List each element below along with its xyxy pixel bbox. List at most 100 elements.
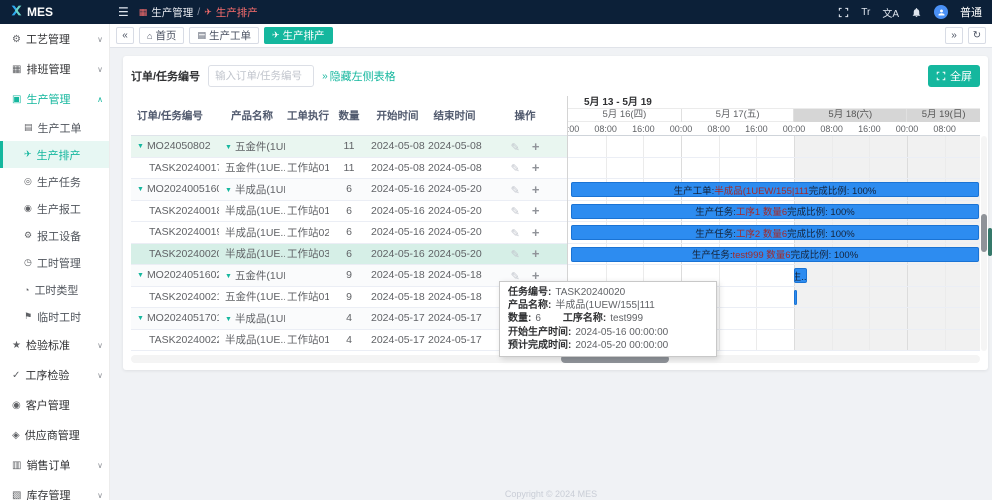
sidebar-menu: ⚙工艺管理∨▦排班管理∨▣生产管理∧▤生产工单✈生产排产◎生产任务◉生产报工⚙报… xyxy=(0,24,109,500)
table-row[interactable]: TASK20240019半成品(1UE...工作站0262024-05-1620… xyxy=(131,222,567,244)
sidebar-item-work-hour-type[interactable]: ◔工时类型 xyxy=(0,276,109,303)
sidebar-item-production-order[interactable]: ▤生产工单 xyxy=(0,114,109,141)
sidebar-item-production-mgmt[interactable]: ▣生产管理∧ xyxy=(0,84,109,114)
cell-start-time: 2024-05-08 xyxy=(369,158,426,180)
sidebar-item-inventory-mgmt[interactable]: ▧库存管理∨ xyxy=(0,480,109,500)
topbar-actions: Tr 文A 普通 xyxy=(838,4,992,20)
sidebar-item-production-scheduling[interactable]: ✈生产排产 xyxy=(0,141,109,168)
add-icon[interactable]: + xyxy=(532,182,540,197)
caret-down-icon[interactable]: ▼ xyxy=(137,272,144,279)
grid-icon: ▣ xyxy=(12,94,21,105)
cell-product-name: 半成品(1UE... xyxy=(219,201,285,223)
gear-icon: ⚙ xyxy=(12,34,21,45)
edit-icon[interactable]: ✎ xyxy=(511,142,520,154)
sidebar-item-production-report[interactable]: ◉生产报工 xyxy=(0,195,109,222)
cell-product-name: ▼半成品(1UEW/ xyxy=(219,179,285,201)
add-icon[interactable]: + xyxy=(532,246,540,261)
tab-production-scheduling[interactable]: ✈生产排产 xyxy=(264,27,333,44)
add-icon[interactable]: + xyxy=(532,225,540,240)
language-icon[interactable]: 文A xyxy=(882,5,899,20)
cell-quantity: 9 xyxy=(329,265,369,287)
plane-icon: ✈ xyxy=(272,30,280,41)
gantt-bar[interactable]: 生产任务: 工序2 数量6 完成比例: 100% xyxy=(571,225,979,240)
table-row[interactable]: TASK20240017五金件(1UE...工作站01112024-05-082… xyxy=(131,158,567,180)
bar-text-segment: 工序1 数量6 xyxy=(736,204,787,218)
caret-down-icon[interactable]: ▼ xyxy=(137,186,144,193)
username[interactable]: 普通 xyxy=(960,4,982,20)
edit-icon[interactable]: ✎ xyxy=(511,206,520,218)
add-icon[interactable]: + xyxy=(532,203,540,218)
caret-down-icon[interactable]: ▼ xyxy=(225,187,232,194)
gantt-bar[interactable] xyxy=(794,290,797,305)
hamburger-menu-icon[interactable]: ☰ xyxy=(118,5,129,19)
inventory-icon: ▧ xyxy=(12,490,21,500)
caret-down-icon[interactable]: ▼ xyxy=(137,315,144,322)
sidebar-item-production-task[interactable]: ◎生产任务 xyxy=(0,168,109,195)
add-icon[interactable]: + xyxy=(532,160,540,175)
gantt-bar[interactable]: 生产任务: test999 数量6 完成比例: 100% xyxy=(571,247,979,262)
breadcrumb-parent[interactable]: 生产管理 xyxy=(151,5,193,20)
cell-quantity: 11 xyxy=(329,136,369,158)
toolbar: 订单/任务编号 » 隐藏左侧表格 全屏 xyxy=(123,56,988,96)
product-name-text: 五金件(1UEW/ xyxy=(235,141,285,153)
cell-start-time: 2024-05-08 xyxy=(369,136,426,158)
gantt-bar[interactable]: 生产任务: 工序1 数量6 完成比例: 100% xyxy=(571,204,979,219)
order-id-text: TASK20240021 xyxy=(149,291,219,303)
edit-icon[interactable]: ✎ xyxy=(511,185,520,197)
breadcrumb-current[interactable]: 生产排产 xyxy=(216,5,258,20)
avatar[interactable] xyxy=(934,5,948,19)
sidebar-item-temp-work-hour[interactable]: ⚑临时工时 xyxy=(0,303,109,330)
tab-production-order[interactable]: ▤生产工单 xyxy=(189,27,259,44)
product-name-text: 半成品(1UE... xyxy=(225,334,285,346)
bar-text-segment: 生产任务: xyxy=(692,247,733,261)
plane-icon: ✈ xyxy=(24,149,32,160)
customer-icon: ◉ xyxy=(12,400,21,411)
table-row[interactable]: ▼MO24050802▼五金件(1UEW/112024-05-082024-05… xyxy=(131,136,567,158)
tabs-scroll-right-icon[interactable]: » xyxy=(945,27,963,44)
table-row[interactable]: TASK20240018半成品(1UE...工作站0162024-05-1620… xyxy=(131,201,567,223)
translate-icon[interactable]: Tr xyxy=(861,7,870,18)
sidebar-item-shift-mgmt[interactable]: ▦排班管理∨ xyxy=(0,54,109,84)
sidebar-item-sales-order[interactable]: ▥销售订单∨ xyxy=(0,450,109,480)
cell-workstation: 工作站01 xyxy=(285,201,329,223)
refresh-icon[interactable]: ↻ xyxy=(968,27,986,44)
app-logo[interactable]: MES xyxy=(0,4,110,20)
edit-icon[interactable]: ✎ xyxy=(511,163,520,175)
vertical-scrollbar-thumb[interactable] xyxy=(981,214,987,252)
table-row[interactable]: TASK20240020半成品(1UE...工作站0362024-05-1620… xyxy=(131,244,567,266)
sidebar-item-process-mgmt[interactable]: ⚙工艺管理∨ xyxy=(0,24,109,54)
gantt-vertical-scrollbar[interactable] xyxy=(981,136,987,351)
tabs-scroll-left-icon[interactable]: « xyxy=(116,27,134,44)
sidebar-item-supplier-mgmt[interactable]: ◈供应商管理 xyxy=(0,420,109,450)
sidebar-item-customer-mgmt[interactable]: ◉客户管理 xyxy=(0,390,109,420)
fullscreen-button[interactable]: 全屏 xyxy=(928,65,980,87)
hide-left-table-link[interactable]: » 隐藏左侧表格 xyxy=(322,68,396,84)
tab-home[interactable]: ⌂首页 xyxy=(139,27,184,44)
gantt-day-cell: 5月 17(五) xyxy=(681,109,794,122)
caret-down-icon[interactable]: ▼ xyxy=(225,316,232,323)
bell-icon[interactable] xyxy=(911,7,922,18)
chevron-down-icon: ∨ xyxy=(97,35,103,44)
caret-down-icon[interactable]: ▼ xyxy=(225,144,232,151)
gantt-bar[interactable]: 生... xyxy=(794,268,807,283)
caret-down-icon[interactable]: ▼ xyxy=(225,273,232,280)
sidebar-item-inspection-standard[interactable]: ★检验标准∨ xyxy=(0,330,109,360)
tooltip-value: TASK20240020 xyxy=(555,287,625,298)
order-task-input[interactable] xyxy=(208,65,314,87)
add-icon[interactable]: + xyxy=(532,139,540,154)
tooltip-label: 数量: xyxy=(508,313,531,324)
sidebar-item-work-hour-mgmt[interactable]: ◷工时管理 xyxy=(0,249,109,276)
tooltip-value: 6 xyxy=(535,313,541,324)
fullscreen-icon[interactable] xyxy=(838,7,849,18)
tab-label: 生产工单 xyxy=(209,28,251,43)
table-row[interactable]: ▼MO20240051601▼半成品(1UEW/62024-05-162024-… xyxy=(131,179,567,201)
sidebar-item-label: 供应商管理 xyxy=(25,427,80,443)
edit-icon[interactable]: ✎ xyxy=(511,228,520,240)
page-scrollbar-thumb[interactable] xyxy=(988,228,992,256)
gantt-bar[interactable]: 生产工单: 半成品(1UEW/155|111 完成比例: 100% xyxy=(571,182,979,197)
caret-down-icon[interactable]: ▼ xyxy=(137,143,144,150)
edit-icon[interactable]: ✎ xyxy=(511,249,520,261)
sidebar-item-process-inspection[interactable]: ✓工序检验∨ xyxy=(0,360,109,390)
sidebar-item-report-device[interactable]: ⚙报工设备 xyxy=(0,222,109,249)
sidebar-item-label: 生产管理 xyxy=(26,91,70,107)
